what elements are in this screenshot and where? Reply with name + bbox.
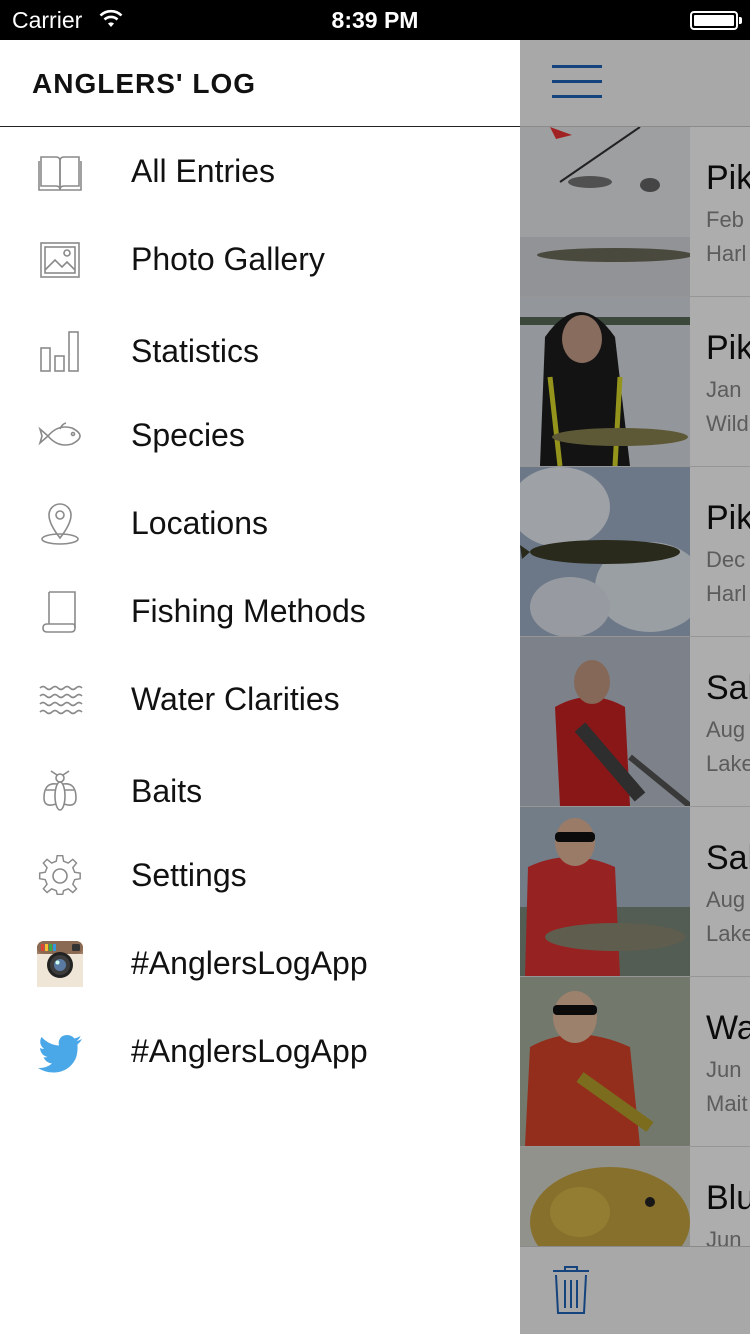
gear-icon [38,854,81,896]
bottom-toolbar [520,1246,750,1334]
entry-title: Sal [706,839,750,877]
menu-item-all-entries[interactable]: All Entries [0,132,520,212]
menu-item-label: Fishing Methods [131,593,366,629]
menu-item-label: Baits [131,773,203,809]
menu-item-label: #AnglersLogApp [131,1033,368,1069]
entry-row[interactable]: Pik Jan Wild [520,297,750,467]
menu-item-locations[interactable]: Locations [0,484,520,564]
menu-item-label: Water Clarities [131,681,340,717]
side-drawer: ANGLERS' LOG All Entries Photo Gallery S… [0,40,520,1334]
waves-icon [39,685,83,715]
menu-item-label: Species [131,417,245,453]
entry-title: Pik [706,159,750,197]
menu-item-fishing-methods[interactable]: Fishing Methods [0,572,520,652]
entry-location: Lake [706,921,750,946]
entry-location: Harl [706,581,747,606]
twitter-icon [38,1035,82,1073]
trash-icon[interactable] [552,1265,590,1315]
map-pin-icon [41,503,79,545]
status-bar: Carrier 8:39 PM [0,0,750,40]
scroll-icon [42,591,76,633]
entry-title: Pik [706,499,750,537]
entry-date: Dec [706,547,746,572]
clock: 8:39 PM [331,7,419,33]
fish-icon [38,422,81,446]
nav-bar [520,40,750,127]
entry-date: Feb [706,207,744,232]
bar-chart-icon [40,331,79,372]
instagram-icon [37,941,83,987]
fly-icon [43,770,77,811]
entry-location: Harl [706,241,747,266]
menu-item-label: Locations [131,505,268,541]
entry-row[interactable]: Wa Jun Mait [520,977,750,1147]
menu-item-photo-gallery[interactable]: Photo Gallery [0,220,520,300]
entry-photo [520,127,690,296]
entry-title: Blu [706,1179,750,1217]
app-title: ANGLERS' LOG [32,68,256,99]
book-icon [38,156,82,191]
entry-photo [520,807,690,976]
menu-item-water-clarities[interactable]: Water Clarities [0,660,520,740]
image-icon [40,242,80,278]
menu-item-settings[interactable]: Settings [0,836,520,916]
menu-item-baits[interactable]: Baits [0,752,520,832]
entry-photo [520,637,690,806]
entry-row[interactable]: Pik Dec Harl [520,467,750,637]
entry-location: Wild [706,411,749,436]
drawer-header: ANGLERS' LOG [0,40,520,127]
entry-row[interactable]: Sal Aug Lake [520,637,750,807]
menu-item-label: Settings [131,857,247,893]
entry-location: Lake [706,751,750,776]
entry-title: Sal [706,669,750,707]
menu-item-twitter[interactable]: #AnglersLogApp [0,1012,520,1092]
entry-photo [520,977,690,1146]
hamburger-menu-icon[interactable] [552,65,602,99]
battery-icon [690,11,742,30]
entry-row[interactable]: Pik Feb Harl [520,127,750,297]
entry-date: Aug [706,717,746,742]
menu-item-instagram[interactable]: #AnglersLogApp [0,924,520,1004]
entry-date: Aug [706,887,746,912]
entry-title: Wa [706,1009,750,1047]
entry-title: Pik [706,329,750,367]
entry-photo [520,467,690,636]
menu-item-label: Statistics [131,333,260,369]
menu-item-label: Photo Gallery [131,241,325,277]
entry-photo [520,297,690,466]
menu-item-label: All Entries [131,153,276,189]
entries-screen[interactable]: Pik Feb Harl Pik Jan Wild Pik Dec Harl S… [520,40,750,1334]
entry-row[interactable]: Sal Aug Lake [520,807,750,977]
entry-location: Mait [706,1091,748,1116]
menu-item-label: #AnglersLogApp [131,945,368,981]
menu-item-statistics[interactable]: Statistics [0,312,520,392]
entry-date: Jan [706,377,742,402]
menu-item-species[interactable]: Species [0,396,520,476]
entry-date: Jun [706,1057,742,1082]
